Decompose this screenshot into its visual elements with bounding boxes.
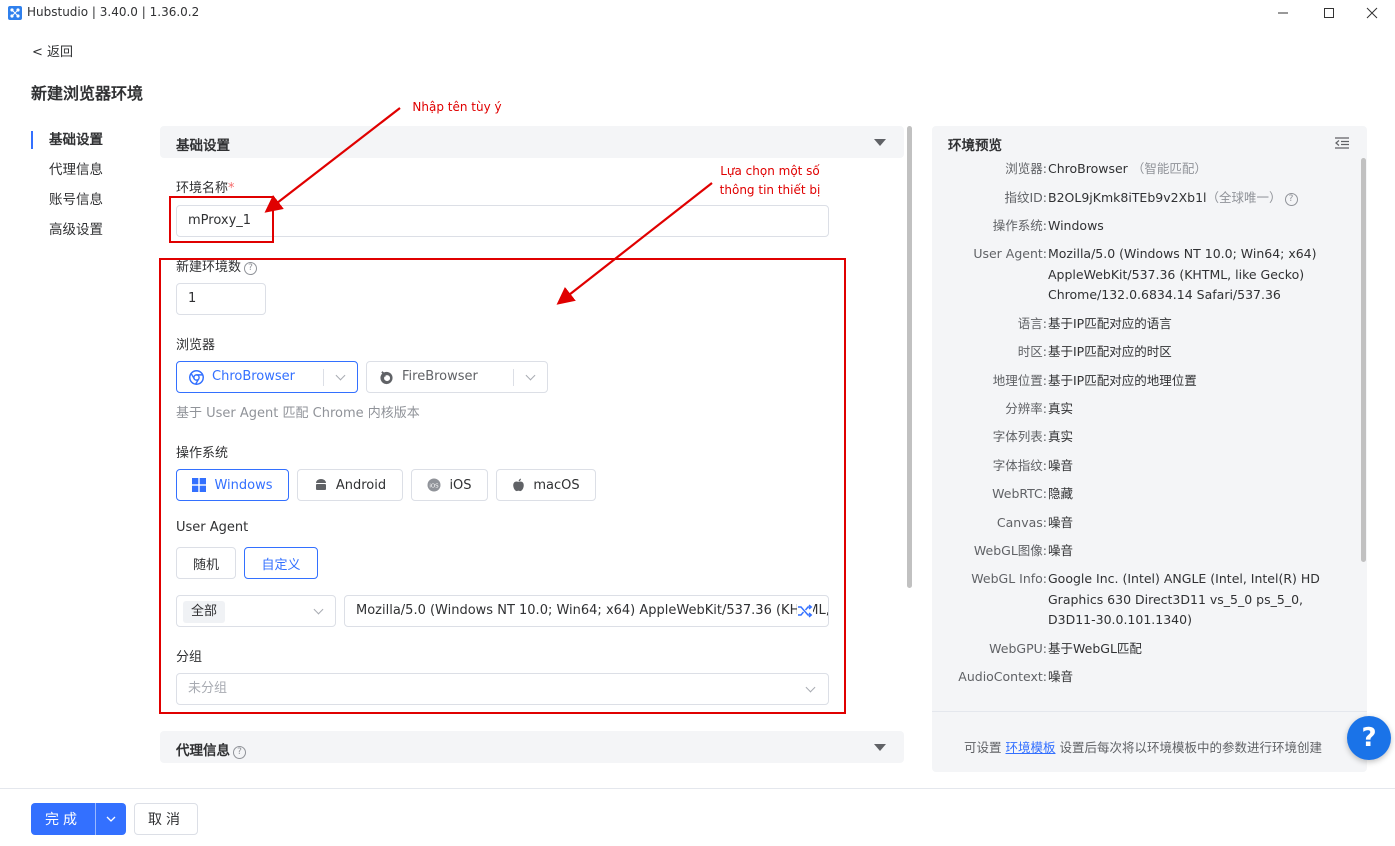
preview-key: 地理位置: xyxy=(992,373,1047,388)
preview-footer-text: 可设置 环境模板 设置后每次将以环境模板中的参数进行环境创建 xyxy=(964,737,1322,756)
preview-value: 隐藏 xyxy=(1048,486,1074,501)
nav-item-account[interactable]: 账号信息 xyxy=(31,188,141,218)
env-name-label: 环境名称* xyxy=(176,177,235,196)
preview-value: 基于IP匹配对应的语言 xyxy=(1048,316,1172,331)
close-window-button[interactable] xyxy=(1349,0,1395,26)
preview-key: 语言: xyxy=(1017,316,1047,331)
preview-key: Canvas: xyxy=(996,515,1047,530)
env-name-label-text: 环境名称 xyxy=(176,181,229,196)
preview-value: 噪音 xyxy=(1048,515,1074,530)
preview-key: 字体列表: xyxy=(992,429,1047,444)
nav-item-advanced[interactable]: 高级设置 xyxy=(31,218,141,248)
preview-value-extra: （智能匹配） xyxy=(1131,161,1207,176)
preview-value: ChroBrowser （智能匹配） xyxy=(1048,159,1348,180)
preview-value: Mozilla/5.0 (Windows NT 10.0; Win64; x64… xyxy=(1048,246,1317,302)
help-icon[interactable]: ? xyxy=(233,746,246,759)
basic-section-header[interactable]: 基础设置 xyxy=(160,126,904,158)
maximize-button[interactable] xyxy=(1306,0,1352,26)
minimize-button[interactable] xyxy=(1260,0,1306,26)
preview-value-extra: （全球唯一） xyxy=(1206,190,1282,205)
annotation-device-note-1: Lựa chọn một số xyxy=(720,164,820,178)
confirm-split-button: 完成 xyxy=(31,803,126,835)
preview-key: WebGL Info: xyxy=(971,571,1047,586)
preview-scrollbar[interactable] xyxy=(1361,158,1366,562)
back-link[interactable]: < 返回 xyxy=(32,41,73,60)
preview-value: 基于WebGL匹配 xyxy=(1048,641,1142,656)
annotation-arrow-name xyxy=(264,107,401,213)
preview-key: WebGPU: xyxy=(989,641,1047,656)
hubstudio-logo-icon xyxy=(8,6,22,20)
preview-key: AudioContext: xyxy=(958,669,1047,684)
footer-divider xyxy=(0,788,1395,789)
nav-item-basic[interactable]: 基础设置 xyxy=(31,128,141,158)
preview-key: WebRTC: xyxy=(992,486,1047,501)
confirm-dropdown-button[interactable] xyxy=(96,803,126,835)
collapse-panel-icon[interactable] xyxy=(1335,137,1349,149)
chevron-down-icon xyxy=(106,816,116,822)
title-bar: Hubstudio | 3.40.0 | 1.36.0.2 xyxy=(0,0,1395,26)
maximize-icon xyxy=(1324,8,1334,18)
preview-footer-divider xyxy=(932,711,1367,712)
preview-value: Windows xyxy=(1048,218,1104,233)
annotation-device-note-2: thông tin thiết bị xyxy=(719,183,821,197)
proxy-section-title-text: 代理信息 xyxy=(176,743,230,759)
close-icon xyxy=(1366,7,1378,19)
preview-footer-pre: 可设置 xyxy=(964,740,1002,755)
minimize-icon xyxy=(1278,12,1288,14)
confirm-button[interactable]: 完成 xyxy=(31,803,95,835)
preview-value-text: ChroBrowser xyxy=(1048,161,1128,176)
proxy-section-title: 代理信息? xyxy=(176,739,246,759)
annotation-name-note: Nhập tên tùy ý xyxy=(412,100,502,114)
nav-item-proxy[interactable]: 代理信息 xyxy=(31,158,141,188)
preview-key: 操作系统: xyxy=(992,218,1047,233)
required-asterisk: * xyxy=(228,181,235,196)
preview-value: 真实 xyxy=(1048,401,1074,416)
annotation-box-device-info xyxy=(159,258,846,714)
help-button[interactable]: ? xyxy=(1347,716,1391,760)
env-template-link[interactable]: 环境模板 xyxy=(1006,740,1056,755)
page-title: 新建浏览器环境 xyxy=(31,84,144,103)
window-title: Hubstudio | 3.40.0 | 1.36.0.2 xyxy=(27,5,200,19)
section-nav: 基础设置 代理信息 账号信息 高级设置 xyxy=(31,128,141,248)
preview-key: 分辨率: xyxy=(1005,401,1047,416)
preview-key: 指纹ID: xyxy=(1004,190,1047,205)
collapse-caret-icon[interactable] xyxy=(874,139,886,146)
preview-value: 基于IP匹配对应的时区 xyxy=(1048,344,1172,359)
annotation-box-name xyxy=(169,196,274,243)
preview-value: 噪音 xyxy=(1048,543,1074,558)
preview-key: User Agent: xyxy=(973,246,1047,261)
preview-value: 噪音 xyxy=(1048,669,1074,684)
basic-section-title: 基础设置 xyxy=(176,138,230,154)
preview-value: 噪音 xyxy=(1048,458,1074,473)
question-mark-icon: ? xyxy=(1361,723,1377,753)
preview-value: B2OL9jKmk8iTEb9v2Xb1l（全球唯一）? xyxy=(1048,188,1348,209)
preview-value-text: B2OL9jKmk8iTEb9v2Xb1l xyxy=(1048,190,1207,205)
preview-title: 环境预览 xyxy=(948,138,1002,154)
preview-key: 字体指纹: xyxy=(992,458,1047,473)
preview-value: 基于IP匹配对应的地理位置 xyxy=(1048,373,1197,388)
preview-key: 时区: xyxy=(1017,344,1047,359)
preview-key: WebGL图像: xyxy=(973,543,1047,558)
cancel-button[interactable]: 取消 xyxy=(134,803,198,835)
preview-value: 真实 xyxy=(1048,429,1074,444)
expand-caret-icon[interactable] xyxy=(874,744,886,751)
env-preview-panel: 环境预览 浏览器: ChroBrowser （智能匹配） 指纹ID: B2OL9jK… xyxy=(932,126,1367,772)
form-scrollbar[interactable] xyxy=(907,126,912,588)
help-icon[interactable]: ? xyxy=(1284,193,1298,206)
preview-footer-post: 设置后每次将以环境模板中的参数进行环境创建 xyxy=(1059,740,1323,755)
preview-value: Google Inc. (Intel) ANGLE (Intel, Intel(… xyxy=(1048,571,1320,627)
preview-rows: 浏览器: ChroBrowser （智能匹配） 指纹ID: B2OL9jKmk8iT… xyxy=(932,158,1352,703)
proxy-section-header[interactable]: 代理信息? xyxy=(160,731,904,763)
preview-key: 浏览器: xyxy=(1005,161,1047,176)
